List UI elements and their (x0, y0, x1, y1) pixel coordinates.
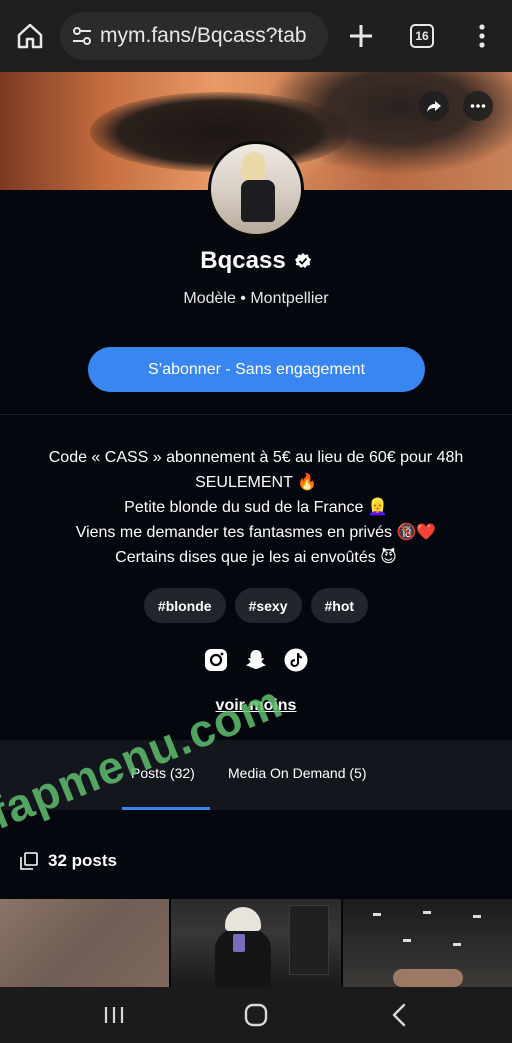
thumbnail-detail (233, 934, 245, 952)
avatar[interactable] (208, 141, 304, 237)
bio-line: Petite blonde du sud de la France 👱‍♀️ (124, 499, 388, 516)
post-thumbnail[interactable] (171, 899, 341, 987)
subscribe-button[interactable]: S’abonner - Sans engagement (88, 347, 425, 392)
show-less-link[interactable]: voir moins (0, 697, 512, 715)
avatar-hair (242, 152, 266, 182)
new-tab-icon[interactable] (346, 21, 376, 51)
snapchat-icon[interactable] (244, 648, 268, 672)
thumbnail-detail (473, 915, 481, 918)
bio-line: Viens me demander tes fantasmes en privé… (75, 524, 437, 541)
posts-count-label: 32 posts (48, 851, 117, 870)
thumbnail-detail (423, 911, 431, 914)
posts-count: 32 posts (20, 851, 117, 871)
tab-media-on-demand[interactable]: Media On Demand (5) (228, 765, 367, 781)
more-options-button[interactable] (463, 91, 493, 121)
tag-chip[interactable]: #hot (310, 588, 369, 623)
share-button[interactable] (419, 91, 449, 121)
gallery-icon (20, 852, 38, 870)
profile-name: Bqcass (200, 247, 286, 274)
tiktok-icon[interactable] (284, 648, 308, 672)
thumbnail-detail (373, 913, 381, 916)
browser-toolbar: mym.fans/Bqcass?tab 16 (0, 0, 512, 72)
divider (0, 414, 512, 415)
home-icon[interactable] (14, 20, 46, 52)
post-thumbnail[interactable] (0, 899, 169, 987)
profile-subtitle: Modèle • Montpellier (183, 290, 329, 307)
url-text[interactable]: mym.fans/Bqcass?tab (100, 24, 307, 48)
share-icon (427, 101, 441, 112)
home-nav-icon[interactable] (242, 1001, 270, 1029)
thumbnail-detail (403, 939, 411, 942)
thumbnail-detail (225, 907, 261, 931)
bio-line: Code « CASS » abonnement à 5€ au lieu de… (48, 449, 464, 491)
tag-list: #blonde #sexy #hot (0, 588, 512, 623)
tab-switcher-button[interactable]: 16 (410, 24, 434, 48)
verified-icon (294, 253, 311, 268)
system-navigation-bar (0, 987, 512, 1043)
more-icon (470, 104, 486, 108)
recents-icon[interactable] (100, 1001, 128, 1029)
social-links (0, 648, 512, 672)
post-thumbnail[interactable] (343, 899, 512, 987)
tag-chip[interactable]: #sexy (234, 588, 302, 623)
instagram-icon[interactable] (204, 648, 228, 672)
tab-posts[interactable]: Posts (32) (131, 765, 195, 781)
overflow-menu-icon[interactable] (470, 22, 494, 50)
tag-chip[interactable]: #blonde (143, 588, 226, 623)
back-icon[interactable] (386, 1001, 414, 1029)
content-tabs: Posts (32) Media On Demand (5) (0, 740, 512, 810)
bio-line: Certains dises que je les ai envoûtés 😈 (115, 549, 397, 566)
thumbnail-detail (289, 905, 329, 975)
avatar-figure (241, 180, 275, 222)
thumbnail-detail (453, 943, 461, 946)
site-settings-icon[interactable] (70, 24, 94, 48)
address-bar[interactable]: mym.fans/Bqcass?tab (60, 12, 328, 60)
tab-count: 16 (415, 29, 429, 43)
profile-name-row: Bqcass (0, 247, 512, 275)
profile-bio: Code « CASS » abonnement à 5€ au lieu de… (10, 445, 502, 570)
thumbnail-detail (393, 969, 463, 987)
